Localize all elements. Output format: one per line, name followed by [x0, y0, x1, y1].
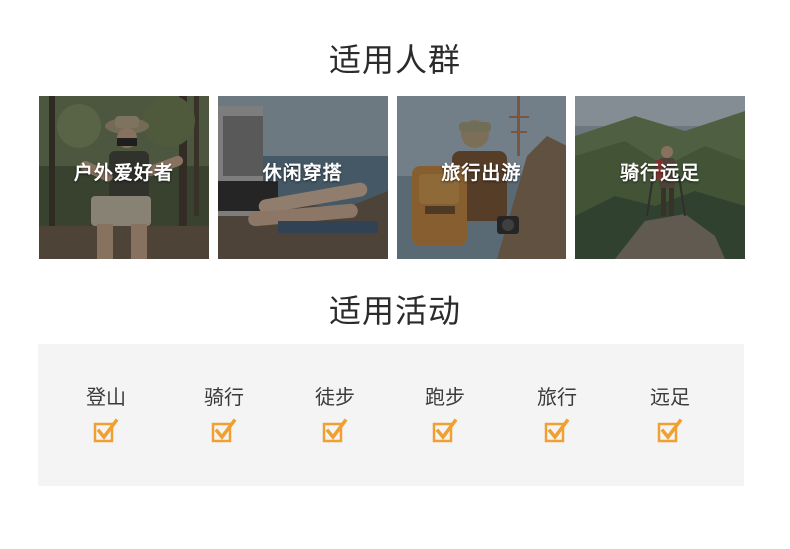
- activity-label: 跑步: [425, 385, 465, 409]
- people-label-outdoor: 户外爱好者: [73, 162, 174, 184]
- activity-label: 徒步: [315, 385, 355, 409]
- people-label-casual: 休闲穿搭: [262, 162, 343, 184]
- people-tile-casual[interactable]: 休闲穿搭: [217, 96, 388, 259]
- activity-item-climbing[interactable]: 登山: [61, 384, 151, 444]
- activity-label: 登山: [86, 385, 126, 409]
- people-label-hiking: 骑行远足: [620, 162, 701, 184]
- activity-item-running[interactable]: 跑步: [400, 384, 490, 444]
- checkbox-checked-icon: [93, 418, 119, 443]
- activity-item-hiking[interactable]: 远足: [625, 384, 715, 444]
- people-tile-hiking[interactable]: 骑行远足: [575, 96, 745, 259]
- activity-label: 远足: [650, 385, 690, 409]
- people-tile-outdoor[interactable]: 户外爱好者: [39, 96, 209, 259]
- checkbox-checked-icon: [544, 418, 570, 443]
- activities-section-title: 适用活动: [328, 292, 461, 330]
- activity-label: 旅行: [537, 385, 577, 409]
- activity-item-trekking[interactable]: 徒步: [290, 384, 380, 444]
- people-section-title: 适用人群: [328, 41, 461, 79]
- people-tile-travel[interactable]: 旅行出游: [396, 96, 567, 259]
- activities-panel: 登山 骑行 徒步 跑步 旅行 远足: [38, 344, 744, 486]
- checkbox-checked-icon: [211, 418, 237, 443]
- activity-label: 骑行: [204, 385, 244, 409]
- activity-item-travel[interactable]: 旅行: [512, 384, 602, 444]
- checkbox-checked-icon: [432, 418, 458, 443]
- activity-item-cycling[interactable]: 骑行: [179, 384, 269, 444]
- checkbox-checked-icon: [657, 418, 683, 443]
- checkbox-checked-icon: [322, 418, 348, 443]
- people-grid: 户外爱好者 休闲穿搭 旅行出游 骑行远足: [39, 96, 745, 259]
- people-label-travel: 旅行出游: [441, 162, 522, 184]
